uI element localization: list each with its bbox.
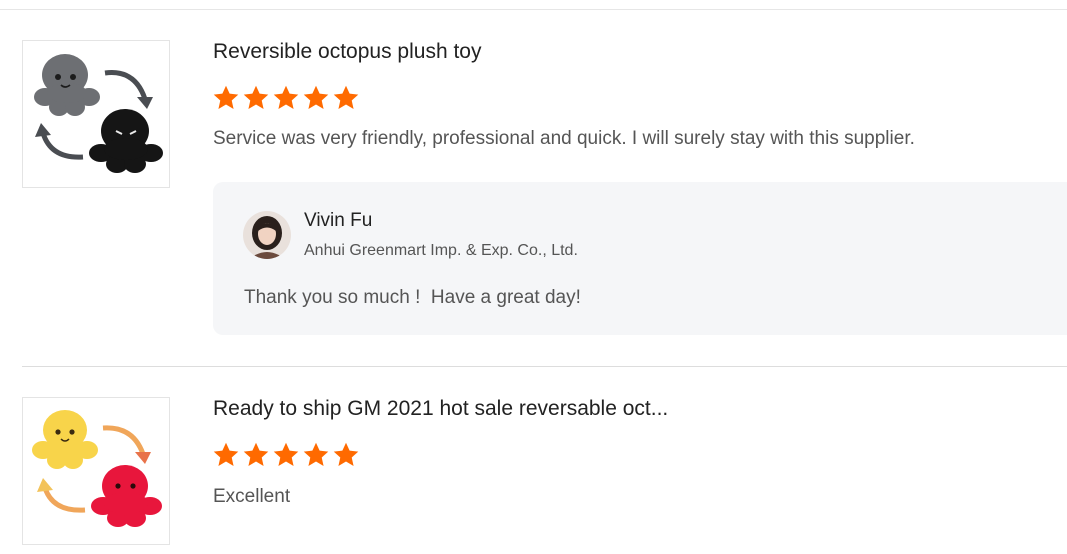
star-rating <box>212 84 360 112</box>
reply-text: Thank you so much ! Have a great day! <box>244 287 581 308</box>
reply-company-name: Anhui Greenmart Imp. & Exp. Co., Ltd. <box>304 242 578 259</box>
star-icon <box>213 442 239 466</box>
star-icon <box>333 85 359 109</box>
star-icon <box>273 85 299 109</box>
product-thumbnail[interactable] <box>22 397 170 545</box>
reply-author-name: Vivin Fu <box>304 210 373 231</box>
supplier-reply: Vivin Fu Anhui Greenmart Imp. & Exp. Co.… <box>213 182 1067 335</box>
star-icon <box>273 442 299 466</box>
product-title[interactable]: Ready to ship GM 2021 hot sale reversabl… <box>213 396 668 422</box>
star-icon <box>243 85 269 109</box>
avatar <box>243 211 291 259</box>
star-icon <box>333 442 359 466</box>
review-comment: Service was very friendly, professional … <box>213 128 915 149</box>
supplier-avatar-icon <box>243 211 291 259</box>
star-icon <box>213 85 239 109</box>
review-item: Reversible octopus plush toy Service was… <box>0 0 1067 366</box>
review-item: Ready to ship GM 2021 hot sale reversabl… <box>0 367 1067 554</box>
product-thumbnail[interactable] <box>22 40 170 188</box>
star-icon <box>243 442 269 466</box>
star-icon <box>303 85 329 109</box>
octopus-plush-yellow-red-icon <box>32 410 162 527</box>
star-icon <box>303 442 329 466</box>
product-title[interactable]: Reversible octopus plush toy <box>213 39 481 65</box>
star-rating <box>212 441 360 469</box>
octopus-plush-gray-black-icon <box>34 54 163 173</box>
review-comment: Excellent <box>213 486 291 507</box>
